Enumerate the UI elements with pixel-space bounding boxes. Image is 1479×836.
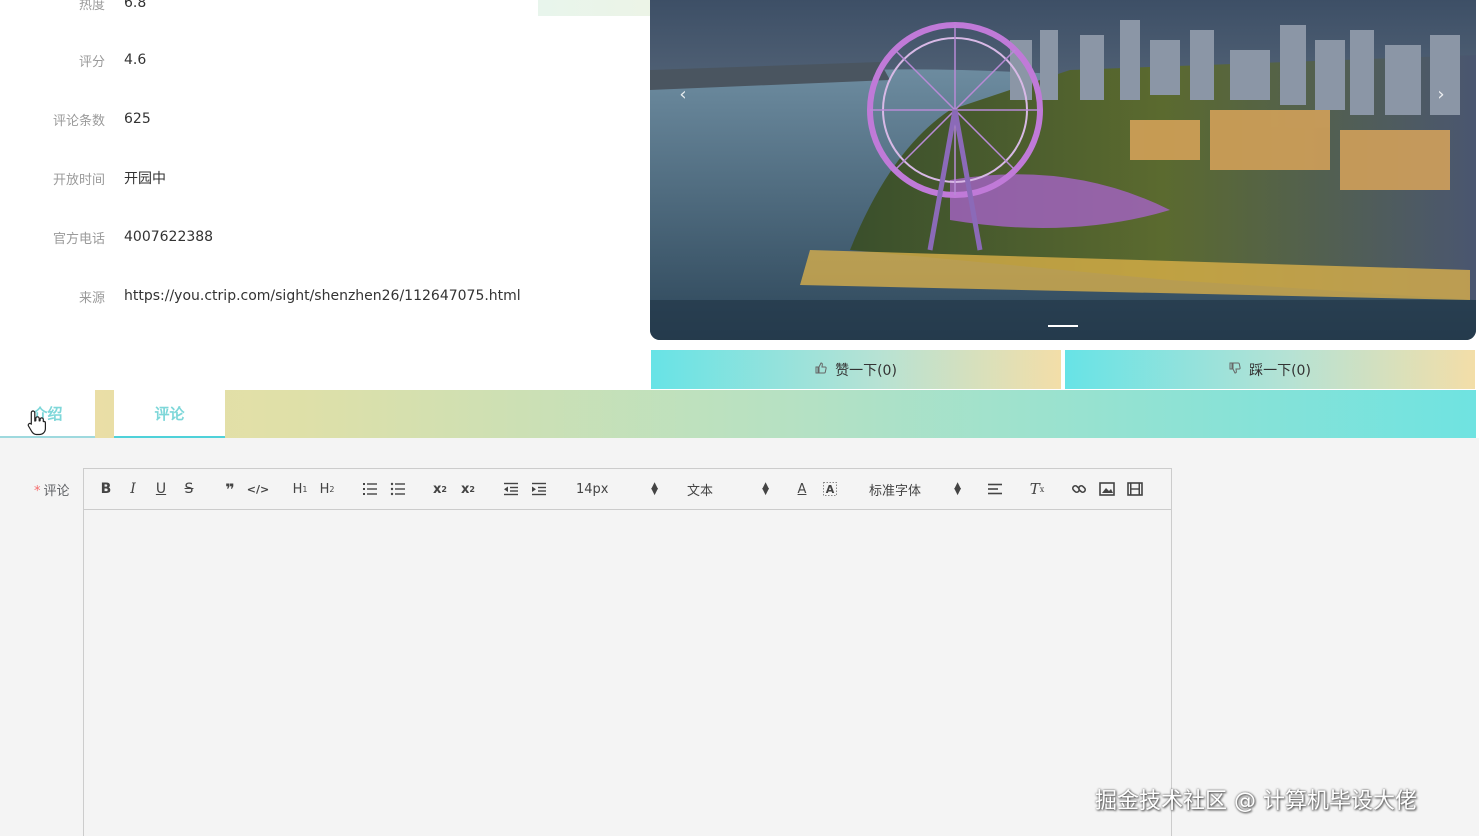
info-row-phone: 官方电话 4007622388 [0,225,620,249]
tab-intro[interactable]: 介绍 [0,390,95,438]
align-icon[interactable] [986,478,1004,500]
phone-value: 4007622388 [124,229,214,245]
font-color-icon[interactable]: A [794,478,810,500]
comment-count-value: 625 [124,111,151,127]
heat-label: 热度 [78,0,105,13]
rating-value: 4.6 [124,52,147,68]
thumbs-down-icon [1229,362,1241,377]
source-value: https://you.ctrip.com/sight/shenzhen26/1… [124,288,521,304]
heat-value: 6.8 [124,0,147,11]
info-row-comment-count: 评论条数 625 [0,107,620,131]
editor-toolbar: B I U S ❞ </> H1 H2 x2 x2 14px ▲ ▼ 文本 ▲ ▼ … [84,469,1171,510]
opening-time-label: 开放时间 [52,172,105,188]
carousel-prev-icon[interactable]: ‹ [668,80,698,108]
heading2-icon[interactable]: H2 [317,478,337,500]
comment-field-label: * 评论 [34,480,70,499]
link-icon[interactable] [1070,478,1088,500]
select-caret-icon: ▲ ▼ [651,481,658,497]
info-row-source: 来源 https://you.ctrip.com/sight/shenzhen2… [0,284,620,308]
tab-comment[interactable]: 评论 [114,390,225,438]
required-mark: * [34,484,41,499]
comment-count-label: 评论条数 [52,113,105,129]
font-family-select[interactable]: 标准字体 ▲ ▼ [869,478,961,500]
code-block-icon[interactable]: </> [247,478,269,500]
font-family-value: 标准字体 [869,483,922,499]
tabs-bar: 介绍 评论 [0,390,1476,438]
info-row-heat: 热度 6.8 [0,0,620,15]
clear-format-icon[interactable]: Tx [1028,478,1046,500]
like-button[interactable]: 赞一下(0) [651,350,1061,389]
subscript-icon[interactable]: x2 [431,478,449,500]
heading-select[interactable]: 文本 ▲ ▼ [687,478,769,500]
image-icon[interactable] [1098,478,1116,500]
dislike-button[interactable]: 踩一下(0) [1065,350,1475,389]
rich-text-editor: B I U S ❞ </> H1 H2 x2 x2 14px ▲ ▼ 文本 ▲ ▼ … [83,468,1172,836]
like-label: 赞一下(0) [835,362,897,379]
thumbs-up-icon [815,362,827,377]
info-row-rating: 评分 4.6 [0,48,620,72]
heading-value: 文本 [687,483,714,499]
comment-label-text: 评论 [43,484,70,499]
bold-icon[interactable]: B [98,478,114,500]
background-color-icon[interactable]: A [822,478,838,500]
select-caret-icon: ▲ ▼ [954,481,961,497]
carousel-next-icon[interactable]: › [1426,80,1456,108]
blockquote-icon[interactable]: ❞ [222,478,238,500]
rating-label: 评分 [78,54,105,70]
select-caret-icon: ▲ ▼ [762,481,769,497]
italic-icon[interactable]: I [126,478,140,500]
dislike-label: 踩一下(0) [1249,362,1311,379]
font-size-select[interactable]: 14px ▲ ▼ [576,478,658,500]
font-size-value: 14px [576,481,609,497]
bullet-list-icon[interactable] [389,478,407,500]
outdent-icon[interactable] [502,478,520,500]
opening-time-value: 开园中 [124,171,166,187]
carousel-image [650,0,1476,340]
video-icon[interactable] [1126,478,1144,500]
watermark-text: 掘金技术社区 @ 计算机毕设大佬 [1095,789,1417,814]
carousel-indicator[interactable] [1048,325,1078,327]
superscript-icon[interactable]: x2 [459,478,477,500]
hand-cursor-icon [27,410,46,436]
comment-editor-input[interactable] [84,510,1171,836]
ordered-list-icon[interactable] [361,478,379,500]
phone-label: 官方电话 [52,231,105,247]
indent-icon[interactable] [530,478,548,500]
info-row-opening-time: 开放时间 开园中 [0,166,620,190]
underline-icon[interactable]: U [153,478,169,500]
svg-text:A: A [826,483,835,496]
image-carousel[interactable]: ‹ › [650,0,1476,340]
source-label: 来源 [78,290,105,306]
heading1-icon[interactable]: H1 [290,478,310,500]
strikethrough-icon[interactable]: S [181,478,197,500]
